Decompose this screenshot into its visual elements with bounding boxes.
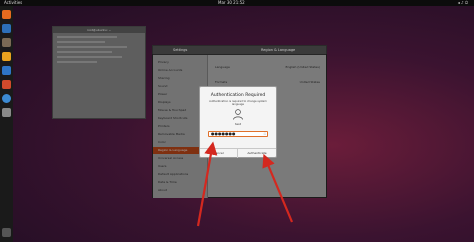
arrow-to-password [196, 141, 218, 227]
annotation-arrows [196, 141, 294, 227]
arrow-to-authenticate [262, 153, 294, 223]
